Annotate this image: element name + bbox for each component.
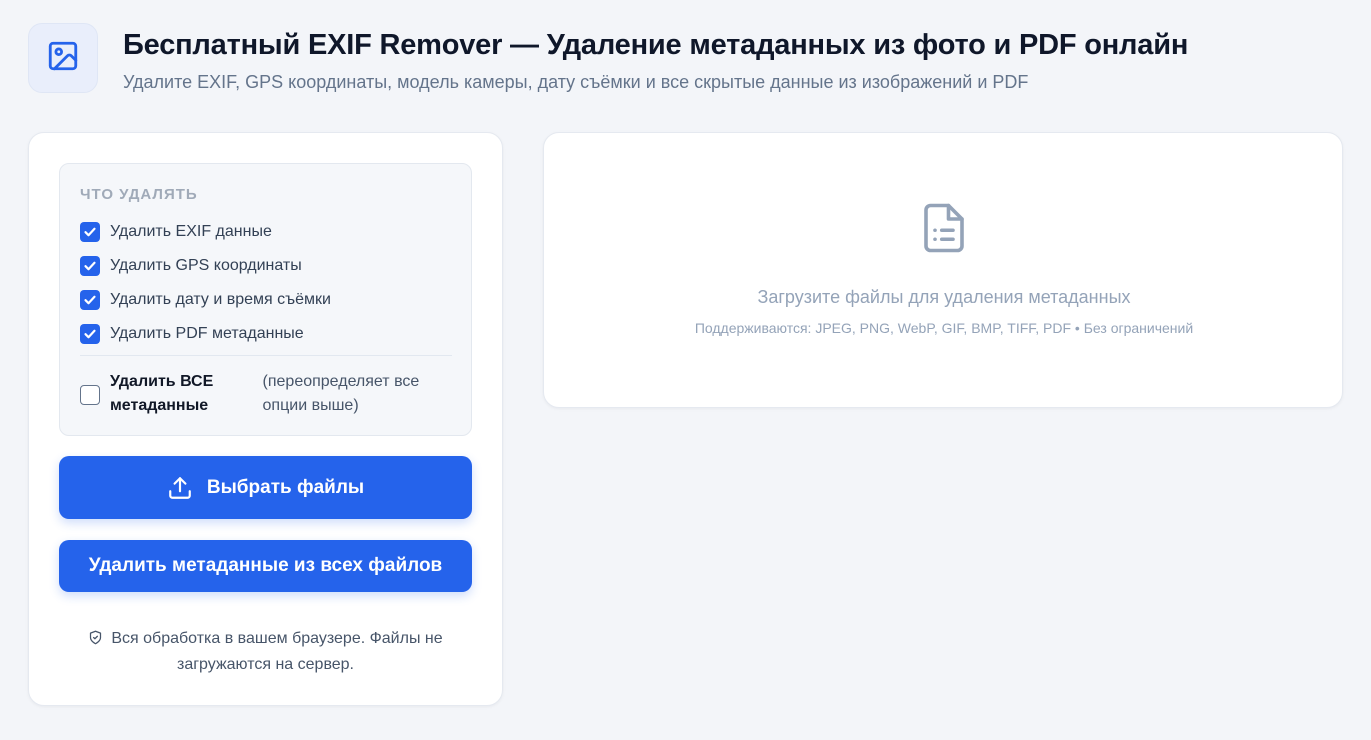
- options-box: ЧТО УДАЛЯТЬ Удалить EXIF данные Удалить …: [59, 163, 472, 436]
- option-remove-pdf-meta[interactable]: Удалить PDF метаданные: [80, 324, 304, 344]
- checkbox-checked[interactable]: [80, 256, 100, 276]
- remove-all-note: (переопределяет все опции выше): [262, 373, 420, 414]
- upload-icon: [167, 475, 193, 501]
- remove-metadata-all-button[interactable]: Удалить метаданные из всех файлов: [59, 540, 472, 592]
- shield-icon: [88, 629, 103, 653]
- checkbox-checked[interactable]: [80, 222, 100, 242]
- privacy-text: Вся обработка в вашем браузере. Файлы не…: [111, 630, 443, 673]
- option-remove-all[interactable]: Удалить ВСЕ метаданные (переопределяет в…: [80, 370, 452, 418]
- logo: [28, 23, 98, 93]
- option-label: Удалить EXIF данные: [110, 223, 272, 240]
- divider: [80, 355, 452, 356]
- checkbox-checked[interactable]: [80, 290, 100, 310]
- document-icon: [917, 201, 971, 260]
- remove-all-label: Удалить ВСЕ метаданные: [109, 373, 214, 414]
- dropzone-title: Загрузите файлы для удаления метаданных: [757, 287, 1131, 307]
- choose-files-button[interactable]: Выбрать файлы: [59, 456, 472, 519]
- privacy-note: Вся обработка в вашем браузере. Файлы не…: [69, 627, 462, 677]
- options-heading: ЧТО УДАЛЯТЬ: [80, 186, 198, 203]
- option-label: Удалить PDF метаданные: [110, 325, 304, 342]
- choose-files-label: Выбрать файлы: [206, 476, 365, 498]
- page-header: Бесплатный EXIF Remover — Удаление метад…: [28, 23, 1188, 93]
- option-label: Удалить GPS координаты: [110, 257, 302, 274]
- option-remove-datetime[interactable]: Удалить дату и время съёмки: [80, 290, 331, 310]
- checkbox-checked[interactable]: [80, 324, 100, 344]
- page-title: Бесплатный EXIF Remover — Удаление метад…: [123, 29, 1189, 61]
- image-icon: [46, 39, 80, 78]
- option-label: Удалить дату и время съёмки: [110, 291, 331, 308]
- option-remove-gps[interactable]: Удалить GPS координаты: [80, 256, 302, 276]
- remove-metadata-label: Удалить метаданные из всех файлов: [88, 555, 443, 576]
- dropzone-subtitle: Поддерживаются: JPEG, PNG, WebP, GIF, BM…: [694, 320, 1194, 336]
- file-dropzone[interactable]: Загрузите файлы для удаления метаданных …: [543, 132, 1343, 408]
- page-subtitle: Удалите EXIF, GPS координаты, модель кам…: [123, 72, 1029, 92]
- settings-panel: ЧТО УДАЛЯТЬ Удалить EXIF данные Удалить …: [28, 132, 503, 706]
- checkbox-unchecked[interactable]: [80, 385, 100, 405]
- option-remove-exif[interactable]: Удалить EXIF данные: [80, 222, 272, 242]
